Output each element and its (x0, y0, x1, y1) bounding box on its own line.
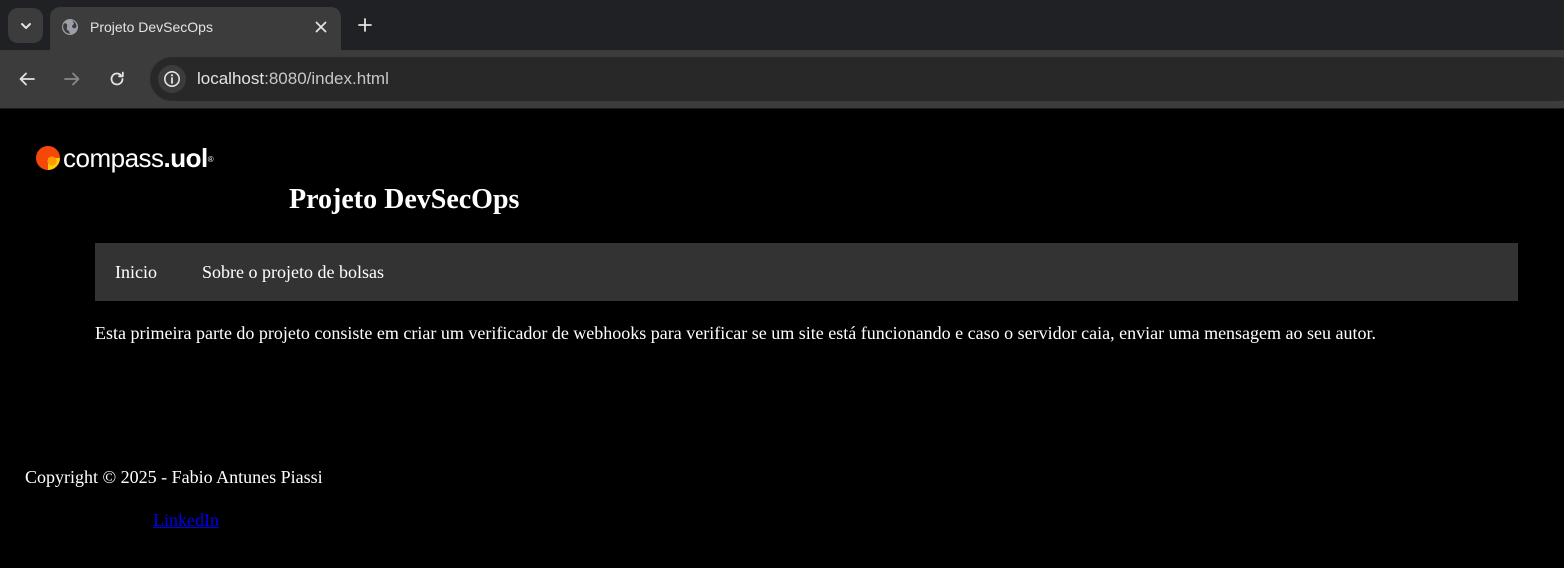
tab-close-button[interactable] (311, 17, 331, 37)
browser-toolbar: localhost:8080/index.html (0, 50, 1564, 108)
logo-registered-mark: ® (207, 155, 214, 164)
page-title: Projeto DevSecOps (289, 184, 520, 215)
tab-search-button[interactable] (8, 8, 43, 43)
chevron-down-icon (20, 22, 31, 29)
url-text[interactable]: localhost:8080/index.html (197, 69, 389, 89)
compass-uol-logo: compass.uol® (35, 142, 214, 174)
reload-icon (110, 71, 124, 86)
plus-icon (358, 18, 372, 32)
close-icon (315, 21, 327, 33)
arrow-right-icon (64, 72, 80, 86)
url-path: :8080/index.html (264, 69, 389, 88)
page-viewport: compass.uol® Projeto DevSecOps Inicio So… (0, 109, 1564, 568)
reload-button[interactable] (105, 67, 129, 91)
forward-button[interactable] (60, 67, 84, 91)
address-bar[interactable]: localhost:8080/index.html (150, 57, 1564, 101)
url-host: localhost (197, 69, 265, 88)
browser-tab-active[interactable]: Projeto DevSecOps (50, 7, 341, 50)
logo-suffix: .uol (163, 143, 209, 173)
logo-text: compass (63, 143, 164, 173)
nav-link-sobre[interactable]: Sobre o projeto de bolsas (202, 261, 384, 283)
arrow-left-icon (19, 72, 35, 86)
tab-title: Projeto DevSecOps (90, 19, 213, 35)
logo-wordmark: compass.uol® (63, 143, 214, 173)
info-icon (164, 71, 180, 87)
project-description: Esta primeira parte do projeto consiste … (95, 323, 1377, 343)
footer-copyright: Copyright © 2025 - Fabio Antunes Piassi (25, 467, 323, 487)
site-info-button[interactable] (158, 65, 186, 93)
new-tab-button[interactable] (353, 13, 377, 37)
browser-tabstrip: Projeto DevSecOps (0, 0, 1564, 50)
back-button[interactable] (15, 67, 39, 91)
globe-icon (62, 19, 78, 35)
nav-link-inicio[interactable]: Inicio (115, 261, 157, 283)
linkedin-link[interactable]: LinkedIn (153, 509, 219, 531)
compass-logo-mark-icon (36, 146, 60, 170)
main-navbar: Inicio Sobre o projeto de bolsas (95, 243, 1518, 301)
